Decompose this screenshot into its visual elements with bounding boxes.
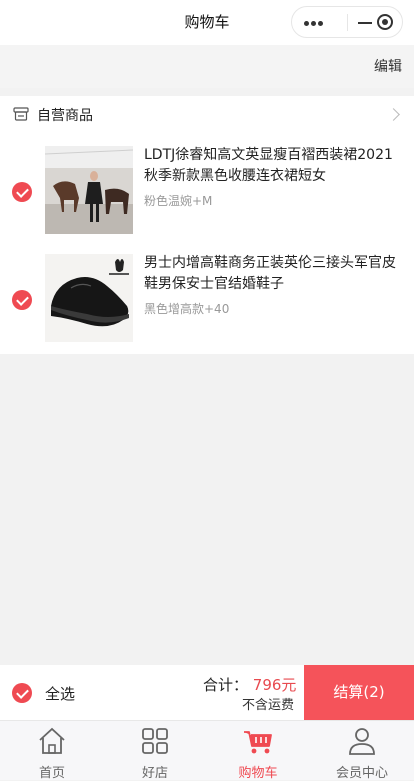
item-checkbox[interactable] — [12, 290, 32, 310]
shop-header[interactable]: 自营商品 — [0, 96, 414, 134]
shop-card: 自营商品 LDTJ徐睿知高文英显瘦百褶西装裙2021秋季新款黑色收腰连衣裙短女 … — [0, 96, 414, 354]
freight-note: 不含运费 — [242, 698, 295, 713]
product-name[interactable]: 男士内增高鞋商务正装英伦三接头军官皮鞋男保安士官结婚鞋子 — [144, 253, 406, 295]
tab-member[interactable]: 会员中心 — [310, 721, 414, 781]
grid-icon — [142, 728, 168, 754]
close-target-icon[interactable] — [377, 14, 393, 30]
tab-label: 好店 — [141, 766, 168, 781]
product-image-dress[interactable] — [45, 146, 133, 234]
cart-icon — [244, 731, 272, 754]
chevron-right-icon — [387, 108, 400, 121]
shop-name: 自营商品 — [37, 108, 93, 124]
product-spec: 粉色温婉+M — [144, 194, 213, 208]
checkout-button[interactable]: 结算(2) — [304, 665, 414, 720]
checkout-bar: 全选 合计： 796元 不含运费 结算(2) — [0, 665, 414, 720]
tab-label: 首页 — [38, 766, 65, 781]
home-icon — [39, 727, 65, 754]
total-label: 合计： — [203, 676, 249, 694]
edit-bar: 编辑 — [0, 45, 414, 88]
tab-label: 购物车 — [238, 766, 278, 781]
user-icon — [349, 728, 375, 755]
product-name[interactable]: LDTJ徐睿知高文英显瘦百褶西装裙2021秋季新款黑色收腰连衣裙短女 — [144, 145, 406, 187]
item-checkbox[interactable] — [12, 182, 32, 202]
product-image-shoe[interactable] — [45, 254, 133, 342]
select-all-label[interactable]: 全选 — [45, 683, 75, 704]
cart-item: LDTJ徐睿知高文英显瘦百褶西装裙2021秋季新款黑色收腰连衣裙短女 粉色温婉+… — [0, 142, 414, 238]
tab-home[interactable]: 首页 — [0, 721, 104, 781]
top-nav-bar: 购物车 — [0, 0, 414, 45]
cart-item: 男士内增高鞋商务正装英伦三接头军官皮鞋男保安士官结婚鞋子 黑色增高款+40 — [0, 250, 414, 346]
capsule-divider — [347, 14, 348, 31]
more-icon[interactable] — [304, 21, 324, 27]
total-price: 796元 — [252, 676, 297, 694]
mini-program-capsule — [291, 6, 403, 38]
edit-button[interactable]: 编辑 — [374, 56, 402, 76]
total-amount: 合计： 796元 — [203, 674, 296, 695]
tab-bar: 首页 好店 购物车 会员中心 — [0, 720, 414, 781]
tab-cart[interactable]: 购物车 — [206, 721, 310, 781]
product-spec: 黑色增高款+40 — [144, 302, 230, 316]
select-all-checkbox[interactable] — [12, 683, 32, 703]
tab-label: 会员中心 — [335, 766, 388, 781]
minimize-icon[interactable] — [358, 22, 372, 24]
tab-shops[interactable]: 好店 — [103, 721, 207, 781]
store-icon — [13, 107, 29, 121]
